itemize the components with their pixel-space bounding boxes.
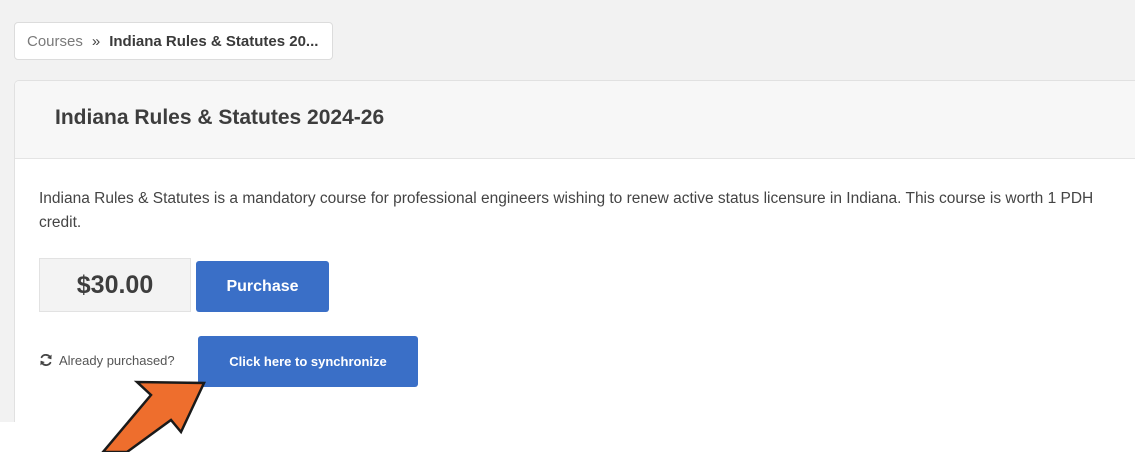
breadcrumb-courses-link[interactable]: Courses — [27, 33, 83, 50]
breadcrumb-separator: » — [91, 32, 101, 50]
course-title: Indiana Rules & Statutes 2024-26 — [55, 106, 385, 129]
course-price: $30.00 — [39, 258, 191, 312]
refresh-icon — [39, 353, 53, 367]
course-panel-header: Indiana Rules & Statutes 2024-26 — [15, 81, 1135, 159]
synchronize-button[interactable]: Click here to synchronize — [198, 336, 418, 387]
sync-prompt-row: Already purchased? — [39, 350, 175, 370]
already-purchased-text: Already purchased? — [59, 352, 175, 368]
course-description: Indiana Rules & Statutes is a mandatory … — [39, 190, 1094, 231]
breadcrumb-current: Indiana Rules & Statutes 20... — [109, 32, 319, 50]
course-panel: Indiana Rules & Statutes 2024-26 Indiana… — [14, 80, 1135, 422]
purchase-button[interactable]: Purchase — [196, 261, 329, 312]
breadcrumb: Courses » Indiana Rules & Statutes 20... — [14, 22, 334, 60]
